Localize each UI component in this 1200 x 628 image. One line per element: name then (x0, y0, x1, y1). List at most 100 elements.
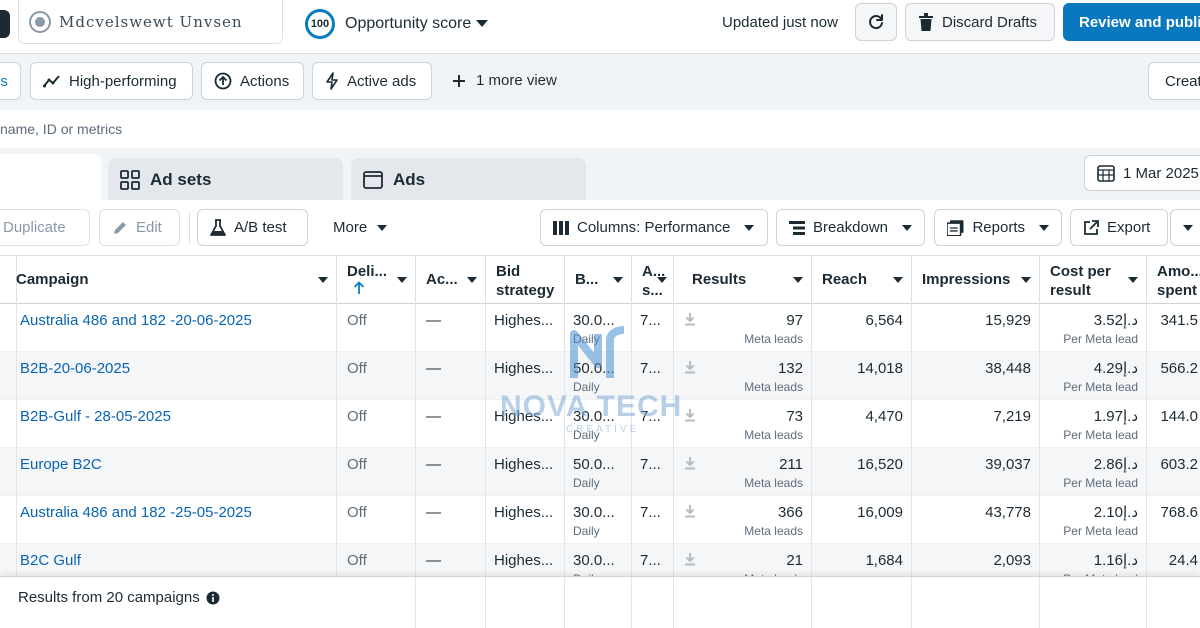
header-campaign[interactable]: Campaign (6, 256, 337, 304)
search-bar[interactable]: name, ID or metrics (0, 110, 1200, 148)
cell-delivery-value: Off (347, 552, 367, 569)
export-options-button[interactable] (1170, 209, 1200, 246)
cell-cpr: د.إ1.97 Per Meta lead (1040, 400, 1147, 448)
export-icon (1084, 219, 1099, 235)
breakdown-icon (789, 220, 805, 235)
header-budget[interactable]: B... (565, 256, 632, 304)
tab-ad-sets[interactable]: Ad sets (108, 158, 343, 202)
more-views-button[interactable]: 1 more view (452, 72, 557, 89)
header-results[interactable]: Results (674, 256, 812, 304)
table-row[interactable]: B2B-20-06-2025 Off — Highes... 50.0... Daily 7… (0, 352, 1200, 400)
trend-icon (43, 75, 60, 88)
chevron-down-icon[interactable] (793, 277, 803, 283)
chevron-down-icon[interactable] (467, 277, 477, 283)
cell-attr: 7... (632, 400, 674, 448)
columns-button[interactable]: Columns: Performance (540, 209, 768, 246)
cell-bid-value: Highes... (494, 408, 554, 425)
cell-bid-value: Highes... (494, 312, 554, 329)
header-attribution[interactable]: A... s... (632, 256, 674, 304)
table-row[interactable]: Europe B2C Off — Highes... 50.0... Daily 7... 2… (0, 448, 1200, 496)
cell-campaign[interactable]: B2B-Gulf - 28-05-2025 (6, 400, 337, 448)
chevron-down-icon[interactable] (1021, 277, 1031, 283)
chevron-down-icon[interactable] (476, 20, 488, 27)
search-input[interactable]: name, ID or metrics (0, 121, 122, 137)
refresh-button[interactable] (855, 3, 897, 41)
chevron-down-icon[interactable] (318, 277, 328, 283)
ab-test-button[interactable]: A/B test (197, 209, 308, 246)
reports-button[interactable]: Reports (934, 209, 1062, 246)
cell-budget-subtext: Daily (573, 476, 600, 490)
cell-results-value: 97 (786, 312, 803, 329)
export-button[interactable]: Export (1070, 209, 1168, 246)
header-bid-strategy[interactable]: Bid strategy (486, 256, 565, 304)
view-active-ads[interactable]: Active ads (312, 62, 432, 100)
cell-delivery-value: Off (347, 456, 367, 473)
chevron-down-icon[interactable] (1128, 277, 1138, 283)
opportunity-score-badge[interactable]: 100 (305, 9, 335, 39)
cell-reach: 4,470 (812, 400, 912, 448)
cell-results: 97 Meta leads (674, 304, 812, 352)
cell-campaign[interactable]: Australia 486 and 182 -20-06-2025 (6, 304, 337, 352)
header-reach[interactable]: Reach (812, 256, 912, 304)
date-range-picker[interactable]: 1 Mar 2025 (1084, 155, 1200, 191)
more-actions-button[interactable]: More (333, 219, 388, 236)
cell-bid-value: Highes... (494, 504, 554, 521)
sort-ascending-icon[interactable] (353, 281, 365, 295)
cell-actions-value: — (426, 456, 441, 473)
view-label: ls (0, 72, 8, 90)
duplicate-button[interactable]: Duplicate (0, 209, 90, 246)
cell-reach-value: 6,564 (865, 312, 903, 329)
tab-ads[interactable]: Ads (351, 158, 586, 202)
table-row[interactable]: B2B-Gulf - 28-05-2025 Off — Highes... 30.0..… (0, 400, 1200, 448)
view-all-campaigns[interactable]: ls (0, 62, 21, 100)
view-actions[interactable]: Actions (201, 62, 304, 100)
tab-ad-sets-label: Ad sets (150, 170, 212, 189)
header-cost-per-result[interactable]: Cost per result (1040, 256, 1147, 304)
header-impressions[interactable]: Impressions (912, 256, 1040, 304)
chevron-down-icon[interactable] (397, 277, 407, 283)
table-row[interactable]: Australia 486 and 182 -20-06-2025 Off — Hig… (0, 304, 1200, 352)
account-selector[interactable]: Mdcvelswewt Unvsen (18, 0, 283, 44)
account-switcher-edge[interactable] (0, 10, 10, 38)
header-label: strategy (496, 282, 555, 299)
cell-impressions-value: 38,448 (985, 360, 1031, 377)
cell-delivery: Off (337, 496, 416, 544)
chevron-down-icon[interactable] (613, 277, 623, 283)
opportunity-score-label[interactable]: Opportunity score (345, 15, 471, 33)
header-delivery[interactable]: Deli... (337, 256, 416, 304)
footer-cell (632, 577, 674, 628)
cell-campaign[interactable]: Australia 486 and 182 -25-05-2025 (6, 496, 337, 544)
header-actions[interactable]: Ac... (416, 256, 486, 304)
info-icon[interactable] (206, 591, 220, 605)
chevron-down-icon[interactable] (657, 277, 667, 283)
cell-results-value: 73 (786, 408, 803, 425)
download-icon (685, 409, 695, 422)
discard-drafts-button[interactable]: Discard Drafts (905, 3, 1055, 41)
cell-attr: 7... (632, 448, 674, 496)
cell-bid: Highes... (486, 496, 565, 544)
cell-actions: — (416, 304, 486, 352)
tab-ads-label: Ads (393, 170, 426, 189)
footer-cell (674, 577, 812, 628)
tab-campaigns[interactable] (0, 154, 101, 202)
chevron-down-icon[interactable] (893, 277, 903, 283)
trash-icon (919, 13, 933, 31)
cell-bid: Highes... (486, 448, 565, 496)
edit-button[interactable]: Edit (99, 209, 180, 246)
cell-campaign[interactable]: Europe B2C (6, 448, 337, 496)
cell-bid: Highes... (486, 400, 565, 448)
cell-reach: 16,009 (812, 496, 912, 544)
review-and-publish-button[interactable]: Review and publish (1063, 3, 1200, 41)
cell-spent-value: 24.4 (1168, 552, 1198, 569)
cell-reach: 6,564 (812, 304, 912, 352)
create-view-button[interactable]: Create (1148, 62, 1200, 100)
cell-campaign[interactable]: B2B-20-06-2025 (6, 352, 337, 400)
breakdown-button[interactable]: Breakdown (776, 209, 925, 246)
cell-impressions-value: 2,093 (993, 552, 1031, 569)
cell-delivery: Off (337, 304, 416, 352)
cell-budget-subtext: Daily (573, 524, 600, 538)
cell-reach-value: 14,018 (857, 360, 903, 377)
header-amount-spent[interactable]: Amo... spent (1147, 256, 1200, 304)
table-row[interactable]: Australia 486 and 182 -25-05-2025 Off — Hig… (0, 496, 1200, 544)
view-high-performing[interactable]: High-performing (30, 62, 193, 100)
